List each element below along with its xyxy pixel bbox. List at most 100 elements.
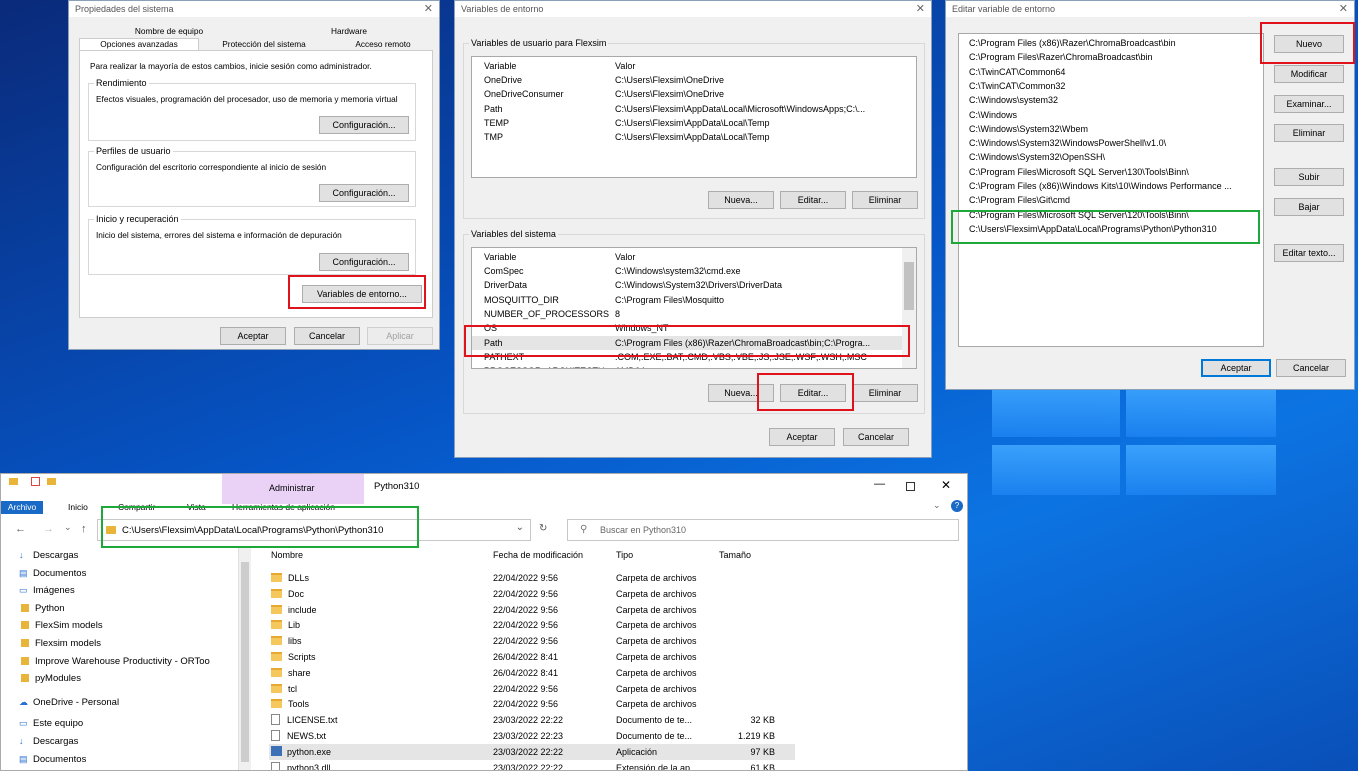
- user-variable-row[interactable]: OneDriveConsumer C:\Users\Flexsim\OneDriv…: [472, 87, 916, 101]
- up-icon[interactable]: ↑: [81, 523, 87, 535]
- modify-button[interactable]: Modificar: [1274, 65, 1344, 83]
- user-delete-button[interactable]: Eliminar: [852, 191, 918, 209]
- checkbox-icon[interactable]: [31, 477, 40, 486]
- nav-item[interactable]: ▭ Imágenes: [19, 585, 75, 596]
- path-entries-list[interactable]: C:\Program Files (x86)\Razer\ChromaBroad…: [958, 33, 1264, 347]
- file-row[interactable]: Doc 22/04/2022 9:56 Carpeta de archivos: [269, 586, 795, 602]
- file-row[interactable]: Tools 22/04/2022 9:56 Carpeta de archivos: [269, 696, 795, 712]
- move-up-button[interactable]: Subir: [1274, 168, 1344, 186]
- chevron-down-icon[interactable]: ⌄: [933, 500, 941, 511]
- column-header-size[interactable]: Tamaño: [719, 550, 751, 560]
- scrollbar[interactable]: [239, 546, 251, 770]
- user-new-button[interactable]: Nueva...: [708, 191, 774, 209]
- cancel-button[interactable]: Cancelar: [843, 428, 909, 446]
- file-row[interactable]: LICENSE.txt 23/03/2022 22:22 Documento de …: [269, 712, 795, 728]
- file-row[interactable]: include 22/04/2022 9:56 Carpeta de archivo…: [269, 602, 795, 618]
- edit-text-button[interactable]: Editar texto...: [1274, 244, 1344, 262]
- path-entry[interactable]: C:\Program Files\Microsoft SQL Server\13…: [969, 165, 1189, 179]
- nav-item[interactable]: FlexSim models: [19, 620, 103, 631]
- performance-settings-button[interactable]: Configuración...: [319, 116, 409, 134]
- file-row[interactable]: python3.dll 23/03/2022 22:22 Extensión de …: [269, 760, 795, 770]
- column-header-value[interactable]: Valor: [615, 59, 912, 73]
- path-entry[interactable]: C:\Windows\System32\WindowsPowerShell\v1…: [969, 136, 1166, 150]
- nav-item[interactable]: pyModules: [19, 673, 81, 684]
- help-icon[interactable]: ?: [951, 500, 963, 512]
- user-variable-row[interactable]: Path C:\Users\Flexsim\AppData\Local\Micro…: [472, 102, 916, 116]
- ok-button[interactable]: Aceptar: [220, 327, 286, 345]
- file-row[interactable]: libs 22/04/2022 9:56 Carpeta de archivos: [269, 633, 795, 649]
- tab-remote-access[interactable]: Acceso remoto: [331, 39, 435, 50]
- delete-button[interactable]: Eliminar: [1274, 124, 1344, 142]
- path-row[interactable]: ComSpec C:\Windows\system32\cmd.exe: [472, 264, 916, 278]
- refresh-icon[interactable]: ↻: [539, 523, 547, 534]
- path-entry[interactable]: C:\Program Files\Razer\ChromaBroadcast\b…: [969, 50, 1153, 64]
- ok-button[interactable]: Aceptar: [769, 428, 835, 446]
- path-entry[interactable]: C:\Program Files (x86)\Windows Kits\10\W…: [969, 179, 1232, 193]
- search-box[interactable]: ⚲ Buscar en Python310: [567, 519, 959, 541]
- folder-icon[interactable]: [47, 478, 56, 485]
- user-variable-row[interactable]: TMP C:\Users\Flexsim\AppData\Local\Temp: [472, 130, 916, 144]
- chevron-down-icon[interactable]: ⌄: [64, 522, 72, 533]
- path-row[interactable]: DriverData C:\Windows\System32\Drivers\Dr…: [472, 278, 916, 292]
- tab-hardware[interactable]: Hardware: [259, 26, 439, 37]
- path-entry[interactable]: C:\Windows\system32: [969, 93, 1058, 107]
- nav-item[interactable]: ▤ Documentos: [19, 754, 86, 765]
- path-row[interactable]: NUMBER_OF_PROCESSORS 8: [472, 307, 916, 321]
- move-down-button[interactable]: Bajar: [1274, 198, 1344, 216]
- path-entry[interactable]: C:\TwinCAT\Common32: [969, 79, 1065, 93]
- ok-button[interactable]: Aceptar: [1201, 359, 1271, 377]
- browse-button[interactable]: Examinar...: [1274, 95, 1344, 113]
- nav-item[interactable]: ☁ OneDrive - Personal: [19, 697, 119, 708]
- user-variables-list[interactable]: Variable Valor OneDrive C:\Users\Flexsim\O…: [471, 56, 917, 178]
- file-tab[interactable]: Archivo: [1, 501, 43, 514]
- tab-system-protection[interactable]: Protección del sistema: [199, 39, 329, 50]
- nav-item[interactable]: Improve Warehouse Productivity - ORToo: [19, 656, 210, 667]
- startup-settings-button[interactable]: Configuración...: [319, 253, 409, 271]
- apply-button[interactable]: Aplicar: [367, 327, 433, 345]
- nav-item[interactable]: ↓ Descargas: [19, 550, 78, 561]
- column-header-date[interactable]: Fecha de modificación: [493, 550, 583, 560]
- path-entry[interactable]: C:\Program Files (x86)\Razer\ChromaBroad…: [969, 36, 1176, 50]
- path-entry[interactable]: C:\TwinCAT\Common64: [969, 65, 1065, 79]
- file-row[interactable]: tcl 22/04/2022 9:56 Carpeta de archivos: [269, 681, 795, 697]
- column-header-variable[interactable]: Variable: [484, 250, 516, 264]
- path-entry[interactable]: C:\Windows\System32\Wbem: [969, 122, 1088, 136]
- file-row[interactable]: NEWS.txt 23/03/2022 22:23 Documento de te.…: [269, 728, 795, 744]
- nav-item[interactable]: Python: [19, 603, 65, 614]
- forward-icon[interactable]: →: [43, 523, 54, 535]
- user-edit-button[interactable]: Editar...: [780, 191, 846, 209]
- user-variable-row[interactable]: TEMP C:\Users\Flexsim\AppData\Local\Temp: [472, 116, 916, 130]
- cancel-button[interactable]: Cancelar: [1276, 359, 1346, 377]
- back-icon[interactable]: ←: [15, 523, 26, 535]
- system-delete-button[interactable]: Eliminar: [852, 384, 918, 402]
- manage-label[interactable]: Administrar: [269, 483, 315, 493]
- path-entry[interactable]: C:\Windows\System32\OpenSSH\: [969, 150, 1105, 164]
- file-row[interactable]: python.exe 23/03/2022 22:22 Aplicación 97 K…: [269, 743, 795, 760]
- path-row[interactable]: PROCESSOR_ARCHITECTU...AMD64: [472, 364, 916, 368]
- path-row[interactable]: MOSQUITTO_DIR C:\Program Files\Mosquitto: [472, 293, 916, 307]
- nav-item[interactable]: ▭ Este equipo: [19, 718, 83, 729]
- column-header-name[interactable]: Nombre: [271, 550, 303, 560]
- tab-computer-name[interactable]: Nombre de equipo: [79, 26, 259, 37]
- scrollbar-thumb[interactable]: [904, 262, 914, 310]
- close-icon[interactable]: ✕: [424, 1, 433, 17]
- column-header-value[interactable]: Valor: [615, 250, 912, 264]
- file-row[interactable]: DLLs 22/04/2022 9:56 Carpeta de archivos: [269, 570, 795, 586]
- path-entry[interactable]: C:\Windows: [969, 108, 1017, 122]
- nav-item[interactable]: Flexsim models: [19, 638, 101, 649]
- path-entry[interactable]: C:\Program Files\Git\cmd: [969, 193, 1070, 207]
- close-icon[interactable]: ✕: [941, 478, 951, 492]
- column-header-type[interactable]: Tipo: [616, 550, 633, 560]
- profiles-settings-button[interactable]: Configuración...: [319, 184, 409, 202]
- ribbon-tab-home[interactable]: Inicio: [68, 502, 88, 512]
- file-row[interactable]: Scripts 26/04/2022 8:41 Carpeta de archivo…: [269, 649, 795, 665]
- close-icon[interactable]: ✕: [1339, 1, 1348, 17]
- file-row[interactable]: share 26/04/2022 8:41 Carpeta de archivos: [269, 665, 795, 681]
- scrollbar-thumb[interactable]: [241, 562, 249, 762]
- chevron-down-icon[interactable]: ⌄: [516, 522, 524, 533]
- close-icon[interactable]: ✕: [916, 1, 925, 17]
- nav-item[interactable]: ↓ Descargas: [19, 736, 78, 747]
- user-variable-row[interactable]: OneDrive C:\Users\Flexsim\OneDrive: [472, 73, 916, 87]
- minimize-icon[interactable]: —: [874, 478, 885, 490]
- cancel-button[interactable]: Cancelar: [294, 327, 360, 345]
